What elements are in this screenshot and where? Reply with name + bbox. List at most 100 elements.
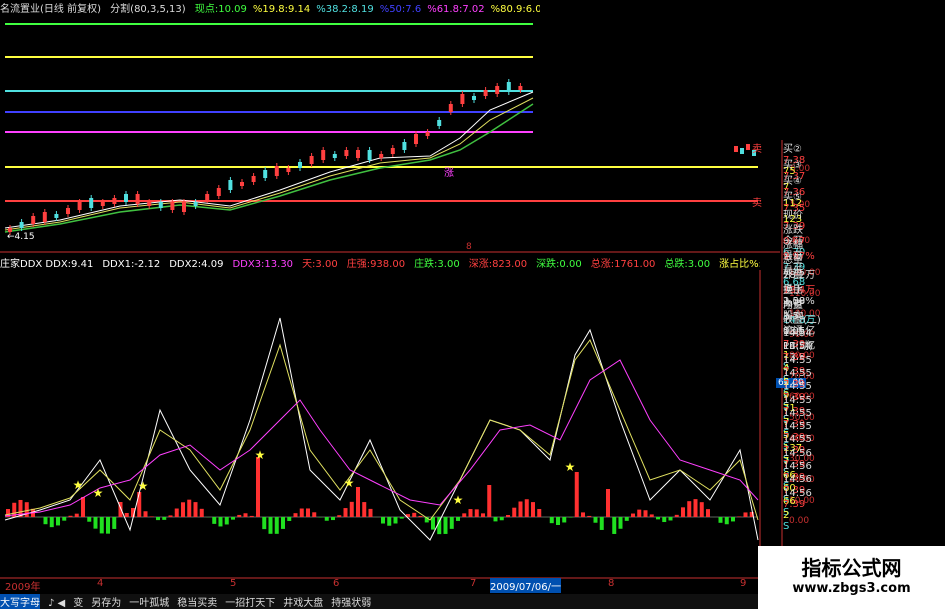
ind-bar-down <box>599 517 604 530</box>
candle-body <box>158 202 163 208</box>
date-label: 2009/07/06/一 <box>490 578 562 593</box>
quote-row: 换手 2.09% 股本 13.5亿 <box>783 281 945 337</box>
bid-name: 买③ <box>783 160 802 171</box>
ind-bar-up <box>362 502 367 517</box>
date-label: 7 <box>470 578 477 589</box>
ind-bar-up <box>412 512 417 517</box>
watermark: 指标公式网 www.zbgs3.com <box>758 546 945 609</box>
ind-bar-down <box>556 517 560 525</box>
quote-row: 涨跌 0.67 最高 7.39 <box>783 221 945 273</box>
top-indicator: 现点:10.09 <box>194 4 247 15</box>
ind-bar-down <box>62 517 67 521</box>
indicator-value: DDX2:4.09 <box>169 259 224 269</box>
sell-marker-2: 卖 <box>752 198 762 209</box>
indicator-value: 总涨:1761.00 <box>590 259 656 269</box>
ind-bar-down <box>162 517 167 520</box>
candle-body <box>205 194 210 200</box>
toolbar-item[interactable]: 持强状弱 <box>331 594 371 609</box>
ind-bar-down <box>56 517 60 526</box>
candle-body <box>495 86 500 94</box>
toolbar-item[interactable]: 稳当买卖 <box>177 594 217 609</box>
ind-bar-down <box>324 517 329 521</box>
tick-row: 14:55 7.39 5 S <box>783 407 945 452</box>
ind-bar-up <box>418 515 423 517</box>
candle-body <box>240 182 244 186</box>
ind-bar-up <box>137 492 142 517</box>
ind-bar-down <box>43 517 48 525</box>
ddx-line-white <box>4 317 759 541</box>
ind-bar-down <box>387 517 392 526</box>
ind-bar-up <box>531 502 535 517</box>
ind-bar-up <box>693 499 698 517</box>
ind-bar-up <box>687 501 692 517</box>
toolbar-item[interactable]: 变 <box>73 594 83 609</box>
candle-body <box>437 120 442 126</box>
bottom-toolbar[interactable]: 大写字母 ♪ ◀ 变另存为 一叶孤城 稳当买卖 一招打天下 井戏大盘 持强状弱 <box>0 594 780 609</box>
toolbar-item[interactable]: ♪ ◀ <box>48 598 65 609</box>
tick-row: 14:56 7.39 2 S <box>783 488 945 532</box>
ind-bar-up <box>518 501 523 517</box>
toolbar-item[interactable]: 一叶孤城 <box>129 594 169 609</box>
ind-bar-down <box>449 517 454 529</box>
ind-bar-down <box>49 517 54 528</box>
signal-star-icon: ★ <box>453 493 464 507</box>
ind-bar-down <box>431 517 435 530</box>
ind-bar-up <box>174 508 179 517</box>
signal-star-icon: ★ <box>73 478 84 492</box>
ind-bar-down <box>274 517 279 534</box>
ind-bar-up <box>581 512 585 517</box>
low-marker: ←4.15 <box>7 232 35 242</box>
ind-bar-up <box>237 514 242 517</box>
ind-bar-down <box>218 517 223 527</box>
ind-bar-down <box>656 517 660 520</box>
tick-time: 14:55 <box>783 407 812 419</box>
ind-bar-down <box>331 517 335 521</box>
toolbar-item[interactable]: 另存为 <box>91 594 121 609</box>
tick-side: S <box>783 520 790 532</box>
ind-bar-up <box>306 508 310 517</box>
tick-time: 14:55 <box>783 367 812 379</box>
ind-bar-up <box>537 508 542 517</box>
signal-star-icon: ★ <box>93 486 104 500</box>
ind-bar-up <box>674 514 679 517</box>
ind-bar-down <box>399 517 404 519</box>
tick-time: 14:56 <box>783 461 812 472</box>
date-label: 9 <box>740 578 747 589</box>
candle-body <box>367 150 372 160</box>
candle-body <box>193 202 198 206</box>
quote-row: 收益(二) 0.05 PE(动) 73.5 <box>783 311 945 363</box>
ind-bar-up <box>187 499 192 517</box>
ind-bar-up <box>649 514 654 517</box>
ind-bar-up <box>68 515 73 517</box>
candle-body <box>425 132 430 136</box>
tick-row: 14:54 7.39 1 S <box>783 328 945 372</box>
ind-bar-down <box>262 517 267 530</box>
ind-bar-up <box>743 512 748 517</box>
indicator-value: 总跌:3.00 <box>664 259 711 269</box>
date-label: 6 <box>333 578 340 589</box>
signal-star-icon: ★ <box>138 479 149 493</box>
toolbar-item[interactable]: 井戏大盘 <box>283 594 323 609</box>
ind-bar-down <box>231 517 235 520</box>
ind-bar-up <box>343 508 348 517</box>
ind-bar-up <box>681 507 685 517</box>
ind-bar-up <box>293 513 298 517</box>
ind-bar-down <box>212 517 217 524</box>
indicator-value: 庄家DDX DDX:9.41 <box>0 259 94 269</box>
candle-body <box>448 104 453 112</box>
top-indicator: %38.2:8.19 <box>316 4 374 15</box>
ind-bar-down <box>112 517 117 529</box>
tick-row: 14:54 7.39 4 S <box>783 341 945 385</box>
ind-bar-up <box>506 515 510 517</box>
tick-row: 14:55 7.39 9 S <box>783 367 945 412</box>
candle-body <box>135 194 140 204</box>
tick-time: 14:56 <box>783 447 812 459</box>
toolbar-item[interactable]: 大写字母 <box>0 594 40 609</box>
tick-row: 14:55 7.39 71 S <box>783 381 945 425</box>
ind-bar-down <box>731 517 735 522</box>
ind-bar-down <box>562 517 567 523</box>
bid-row: 买③ 7.37 7 <box>783 156 945 193</box>
ind-bar-up <box>299 508 304 517</box>
toolbar-item[interactable]: 一招打天下 <box>225 594 275 609</box>
tick-volume: 2 <box>783 509 790 521</box>
